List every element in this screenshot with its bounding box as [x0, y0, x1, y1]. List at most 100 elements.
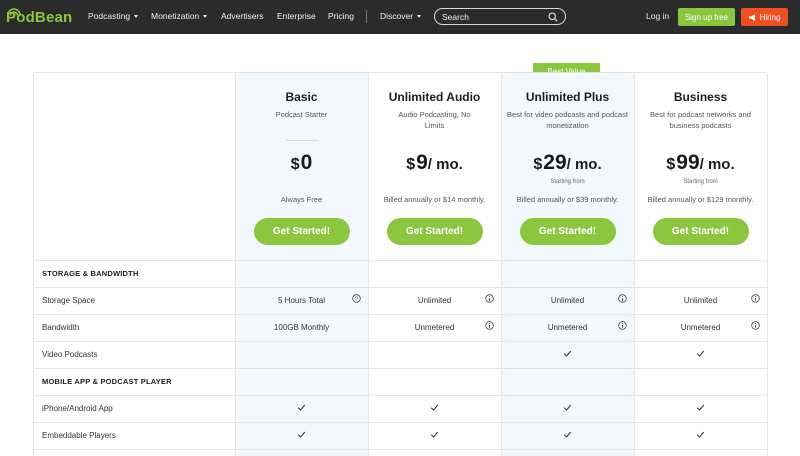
nav-advertisers[interactable]: Advertisers	[221, 11, 264, 21]
plan-description: Podcast Starter	[275, 110, 328, 119]
section-storage-bandwidth: STORAGE & BANDWIDTH	[42, 269, 139, 278]
podbean-logo[interactable]: PodBean	[6, 7, 72, 27]
row-label-mobile-app: iPhone/Android App	[42, 404, 113, 413]
row-divider	[34, 260, 768, 261]
row-divider	[34, 314, 768, 315]
plan-unlimited-audio: Unlimited Audio Audio Podcasting, No Lim…	[368, 73, 501, 260]
row-label-storage-space: Storage Space	[42, 296, 95, 305]
nav-label: Advertisers	[221, 11, 264, 21]
cell-storage-business: Unlimited	[683, 296, 718, 305]
top-navbar: PodBean Podcasting Monetization Advertis…	[0, 0, 800, 34]
info-icon[interactable]	[751, 294, 760, 303]
login-link[interactable]: Log in	[646, 11, 669, 21]
price-period: / mo.	[566, 156, 602, 173]
plan-rule	[285, 140, 318, 141]
search-input[interactable]	[442, 11, 542, 22]
price-amount: 99	[676, 151, 700, 174]
check-icon	[430, 431, 439, 438]
price-currency: $	[533, 156, 543, 173]
signup-button[interactable]: Sign up free	[678, 8, 735, 26]
cell-bandwidth-plus: Unmetered	[547, 323, 588, 332]
plan-description: Audio Podcasting, No Limits	[398, 110, 471, 130]
plan-description: Best for podcast networks and business p…	[650, 110, 751, 130]
column-divider	[767, 73, 768, 456]
get-started-button-audio[interactable]: Get Started!	[386, 218, 483, 245]
cell-storage-basic: 5 Hours Total	[278, 296, 325, 305]
row-label-video-podcasts: Video Podcasts	[42, 350, 98, 359]
get-started-button-business[interactable]: Get Started!	[652, 218, 749, 245]
cell-bandwidth-audio: Unmetered	[414, 323, 455, 332]
price-amount: 29	[543, 151, 567, 174]
check-icon	[563, 431, 572, 438]
price-period: / mo.	[699, 156, 735, 173]
row-divider	[34, 368, 768, 369]
plan-name: Unlimited Audio	[388, 90, 481, 104]
cell-bandwidth-basic: 100GB Monthly	[273, 323, 330, 332]
podbean-logo-icon	[7, 8, 21, 16]
plan-name: Business	[673, 90, 728, 104]
row-label-bandwidth: Bandwidth	[42, 323, 80, 332]
info-icon[interactable]	[485, 321, 494, 330]
price-amount: 0	[300, 151, 313, 174]
nav-label: Monetization	[151, 11, 200, 21]
row-divider	[34, 395, 768, 396]
plan-billing: Billed annually or $129 monthly.	[647, 195, 754, 204]
hiring-label: Hiring	[759, 12, 781, 22]
nav-podcasting[interactable]: Podcasting	[88, 11, 139, 21]
cell-bandwidth-business: Unmetered	[680, 323, 721, 332]
check-icon	[563, 404, 572, 411]
plan-price: $99/ mo.	[634, 151, 767, 175]
svg-text:?: ?	[355, 297, 358, 303]
plan-billing: Billed annually or $14 monthly.	[383, 195, 486, 204]
price-currency: $	[666, 156, 676, 173]
cell-storage-audio: Unlimited	[417, 296, 452, 305]
plan-business: Business Best for podcast networks and b…	[634, 73, 767, 260]
plan-billing: Billed annually or $39 monthly.	[516, 195, 619, 204]
check-icon	[297, 431, 306, 438]
check-icon	[696, 404, 705, 411]
get-started-button-plus[interactable]: Get Started!	[519, 218, 616, 245]
info-icon[interactable]	[485, 294, 494, 303]
nav-label: Podcasting	[88, 11, 131, 21]
plan-starting-from: Starting from	[550, 179, 585, 185]
row-divider	[34, 287, 768, 288]
cell-storage-plus: Unlimited	[550, 296, 585, 305]
plan-name: Unlimited Plus	[525, 90, 610, 104]
row-label-embeddable-players: Embeddable Players	[42, 431, 116, 440]
section-mobile-app: MOBILE APP & PODCAST PLAYER	[42, 377, 172, 386]
help-question-icon[interactable]: ?	[352, 294, 361, 303]
row-divider	[34, 449, 768, 450]
chevron-down-icon	[203, 14, 208, 18]
check-icon	[696, 350, 705, 357]
check-icon	[297, 404, 306, 411]
info-icon[interactable]	[618, 321, 627, 330]
chevron-down-icon	[134, 14, 139, 18]
plan-basic: Basic Podcast Starter $0 Always Free Get…	[235, 73, 368, 260]
hiring-button[interactable]: Hiring	[741, 8, 788, 26]
price-period: / mo.	[427, 156, 463, 173]
get-started-button-basic[interactable]: Get Started!	[253, 218, 350, 245]
chevron-down-icon	[417, 14, 422, 18]
plan-starting-from: Starting from	[683, 179, 718, 185]
plan-billing: Always Free	[280, 195, 323, 204]
nav-discover[interactable]: Discover	[380, 11, 422, 21]
price-currency: $	[406, 156, 416, 173]
search-box	[434, 8, 566, 25]
plan-price: $9/ mo.	[368, 151, 501, 175]
nav-pricing[interactable]: Pricing	[328, 11, 354, 21]
row-divider	[34, 341, 768, 342]
price-currency: $	[290, 156, 300, 173]
row-divider	[34, 422, 768, 423]
plan-unlimited-plus: Unlimited Plus Best for video podcasts a…	[501, 73, 634, 260]
price-amount: 9	[416, 151, 428, 174]
nav-enterprise[interactable]: Enterprise	[277, 11, 316, 21]
nav-label: Pricing	[328, 11, 354, 21]
search-icon[interactable]	[548, 12, 558, 22]
info-icon[interactable]	[751, 321, 760, 330]
nav-monetization[interactable]: Monetization	[151, 11, 208, 21]
nav-label: Discover	[380, 11, 414, 21]
plan-description: Best for video podcasts and podcast mone…	[507, 110, 628, 130]
info-icon[interactable]	[618, 294, 627, 303]
megaphone-icon	[748, 13, 755, 21]
check-icon	[563, 350, 572, 357]
